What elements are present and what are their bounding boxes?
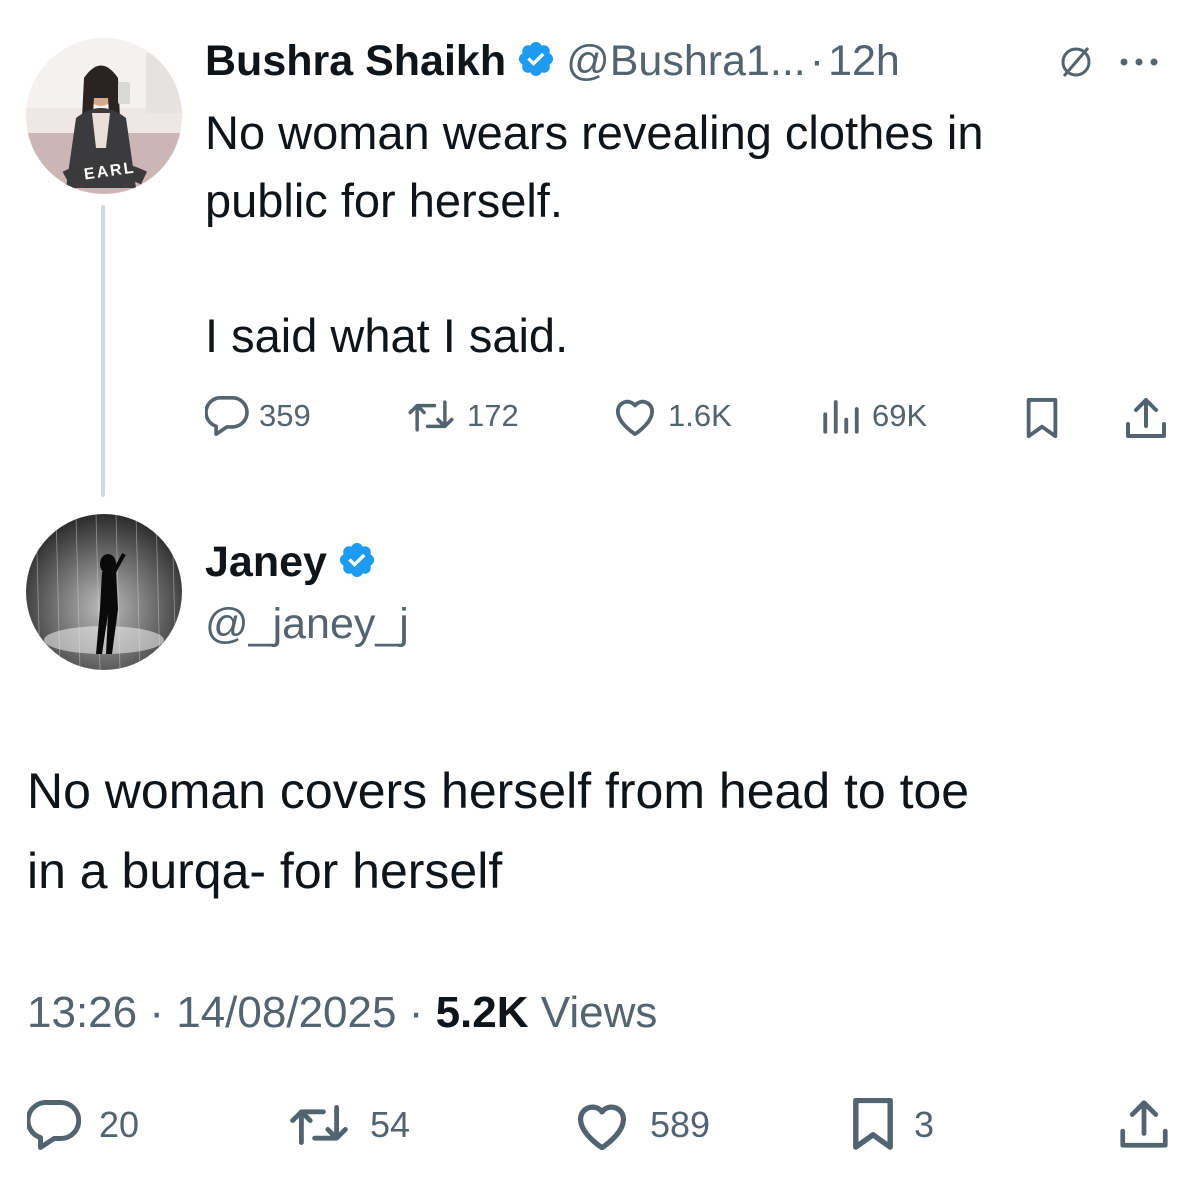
reply-author-handle[interactable]: @_janey_j bbox=[205, 600, 409, 649]
reply-author-row: Janey bbox=[205, 534, 377, 590]
reply-retweet-count: 54 bbox=[370, 1104, 411, 1145]
author-name[interactable]: Bushra Shaikh bbox=[205, 37, 506, 86]
avatar-bushra[interactable]: EARL bbox=[26, 38, 182, 194]
parent-views-count: 69K bbox=[872, 398, 928, 433]
reply-date[interactable]: 14/08/2025 bbox=[176, 988, 396, 1037]
reply-like-button[interactable]: 589 bbox=[572, 1100, 710, 1150]
author-handle[interactable]: @Bushra1... bbox=[566, 37, 806, 86]
parent-reply-count: 359 bbox=[259, 398, 311, 433]
reply-tweet-text-line2: in a burqa- for herself bbox=[27, 843, 503, 899]
reply-views-count: 5.2K bbox=[435, 988, 529, 1037]
avatar-janey[interactable] bbox=[26, 514, 182, 670]
parent-like-button[interactable]: 1.6K bbox=[612, 396, 732, 436]
parent-retweet-count: 172 bbox=[467, 398, 519, 433]
reply-bookmark-button[interactable]: 3 bbox=[850, 1098, 934, 1152]
parent-reply-button[interactable]: 359 bbox=[205, 396, 311, 436]
parent-retweet-button[interactable]: 172 bbox=[405, 396, 519, 436]
more-icon[interactable] bbox=[1116, 52, 1166, 77]
thread-connector-line bbox=[101, 205, 105, 497]
tweet-time[interactable]: 12h bbox=[828, 37, 900, 86]
reply-views-label: Views bbox=[540, 988, 658, 1037]
heart-icon bbox=[577, 1104, 627, 1150]
reply-tweet-text-line1: No woman covers herself from head to toe bbox=[27, 763, 970, 819]
meta-dot: · bbox=[149, 988, 164, 1037]
heart-icon bbox=[615, 399, 655, 436]
reply-tweet-meta: 13:26 · 14/08/2025 · 5.2K Views bbox=[27, 988, 657, 1038]
grok-icon[interactable] bbox=[1056, 42, 1096, 87]
comment-icon bbox=[205, 396, 249, 436]
retweet-icon bbox=[290, 1104, 348, 1146]
parent-like-count: 1.6K bbox=[668, 398, 732, 433]
reply-bookmark-count: 3 bbox=[914, 1104, 935, 1145]
meta-dot: · bbox=[408, 988, 424, 1037]
reply-reply-button[interactable]: 20 bbox=[27, 1100, 139, 1150]
reply-reply-count: 20 bbox=[99, 1104, 140, 1145]
retweet-icon bbox=[408, 400, 454, 432]
parent-views-button[interactable]: 69K bbox=[820, 396, 927, 436]
parent-tweet-header: Bushra Shaikh @Bushra1... · 12h bbox=[205, 34, 900, 88]
reply-like-count: 589 bbox=[650, 1104, 711, 1145]
reply-retweet-button[interactable]: 54 bbox=[286, 1100, 410, 1150]
header-separator: · bbox=[809, 36, 825, 85]
bookmark-icon bbox=[853, 1098, 893, 1150]
parent-tweet-text-line2: public for herself. bbox=[205, 174, 563, 227]
verified-icon bbox=[516, 39, 556, 84]
share-icon[interactable] bbox=[1118, 1098, 1170, 1155]
share-icon[interactable] bbox=[1124, 396, 1168, 445]
verified-icon bbox=[337, 540, 377, 585]
views-icon bbox=[823, 400, 859, 434]
reply-time[interactable]: 13:26 bbox=[27, 988, 137, 1037]
comment-icon bbox=[27, 1100, 81, 1150]
bookmark-icon[interactable] bbox=[1024, 398, 1060, 445]
parent-tweet-text-line3: I said what I said. bbox=[205, 309, 569, 362]
reply-author-name[interactable]: Janey bbox=[205, 538, 327, 587]
parent-tweet-text-line1: No woman wears revealing clothes in bbox=[205, 106, 984, 159]
